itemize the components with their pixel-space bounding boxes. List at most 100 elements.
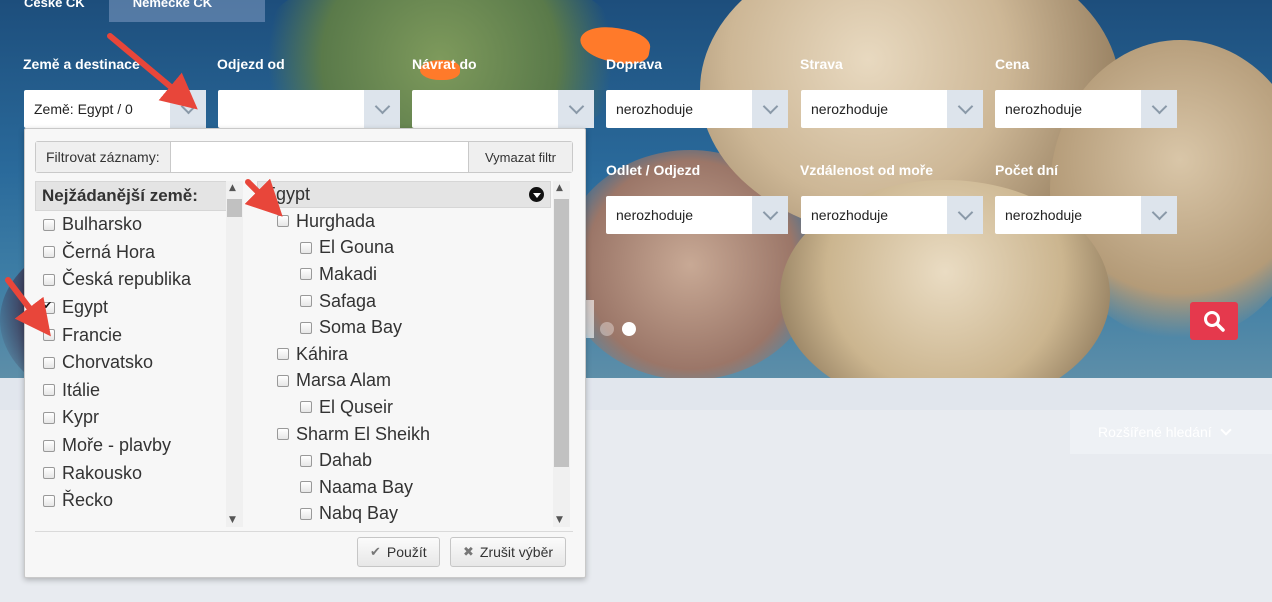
country-label: Francie bbox=[62, 324, 123, 345]
scroll-down-icon[interactable]: ▼ bbox=[229, 515, 236, 525]
region-item[interactable]: El Gouna bbox=[257, 235, 551, 262]
region-checkbox[interactable] bbox=[277, 428, 289, 441]
departure-date-select[interactable] bbox=[218, 90, 400, 128]
board-label: Strava bbox=[800, 56, 843, 72]
country-checkbox[interactable] bbox=[43, 218, 55, 231]
region-item[interactable]: Soma Bay bbox=[257, 314, 551, 341]
country-item[interactable]: Česká republika bbox=[43, 266, 243, 294]
board-select[interactable]: nerozhoduje bbox=[801, 90, 983, 128]
transport-select[interactable]: nerozhoduje bbox=[606, 90, 788, 128]
country-checkbox[interactable] bbox=[43, 273, 55, 286]
country-checkbox[interactable] bbox=[43, 384, 55, 397]
destination-dropdown: Filtrovat záznamy: Vymazat filtr Nejžáda… bbox=[24, 128, 586, 578]
country-checkbox[interactable] bbox=[43, 439, 55, 452]
chevron-down-icon[interactable] bbox=[752, 90, 788, 128]
regions-scrollbar[interactable]: ▲ ▼ bbox=[553, 181, 570, 527]
region-label: Hurghada bbox=[296, 210, 376, 231]
filter-input[interactable] bbox=[170, 142, 468, 172]
region-label: Makadi bbox=[319, 263, 378, 284]
chevron-down-icon[interactable] bbox=[947, 196, 983, 234]
chevron-down-icon[interactable] bbox=[364, 90, 400, 128]
country-item[interactable]: Kypr bbox=[43, 404, 243, 432]
search-button[interactable] bbox=[1190, 302, 1238, 340]
scroll-up-icon[interactable]: ▲ bbox=[229, 183, 236, 193]
region-checkbox[interactable] bbox=[300, 401, 312, 414]
region-label: Naama Bay bbox=[319, 476, 414, 497]
chevron-down-icon bbox=[1219, 424, 1232, 436]
region-item[interactable]: El Quseir bbox=[257, 394, 551, 421]
days-select[interactable]: nerozhoduje bbox=[995, 196, 1177, 234]
country-item[interactable]: Černá Hora bbox=[43, 239, 243, 267]
country-checkbox[interactable] bbox=[43, 467, 55, 480]
country-item[interactable]: Moře - plavby bbox=[43, 432, 243, 460]
tab-bar: České CK Německé CK bbox=[0, 0, 265, 22]
country-item[interactable]: Řecko bbox=[43, 487, 243, 515]
chevron-down-icon[interactable] bbox=[170, 90, 206, 128]
region-item[interactable]: Marsa Alam bbox=[257, 368, 551, 395]
region-checkbox[interactable] bbox=[300, 321, 312, 334]
region-checkbox[interactable] bbox=[300, 454, 312, 467]
region-group-header[interactable]: Egypt bbox=[257, 181, 551, 208]
region-item[interactable]: Nabq Bay bbox=[257, 501, 551, 527]
country-item[interactable]: Itálie bbox=[43, 377, 243, 405]
airport-select[interactable]: nerozhoduje bbox=[606, 196, 788, 234]
region-checkbox[interactable] bbox=[300, 295, 312, 308]
region-label: Nabq Bay bbox=[319, 503, 399, 524]
region-checkbox[interactable] bbox=[300, 481, 312, 494]
country-label: Chorvatsko bbox=[62, 352, 154, 373]
country-item[interactable]: Rakousko bbox=[43, 459, 243, 487]
sea-distance-label: Vzdálenost od moře bbox=[800, 162, 934, 178]
region-item[interactable]: Káhira bbox=[257, 341, 551, 368]
carousel-dot[interactable] bbox=[600, 322, 614, 336]
country-item[interactable]: Egypt bbox=[43, 294, 243, 322]
clear-filter-button[interactable]: Vymazat filtr bbox=[467, 142, 572, 172]
region-item[interactable]: Naama Bay bbox=[257, 474, 551, 501]
region-item[interactable]: Makadi bbox=[257, 261, 551, 288]
return-date-select[interactable] bbox=[412, 90, 594, 128]
country-checkbox[interactable] bbox=[43, 494, 55, 507]
carousel-dot-active[interactable] bbox=[622, 322, 636, 336]
region-checkbox[interactable] bbox=[277, 374, 289, 387]
destination-label: Země a destinace bbox=[23, 56, 140, 72]
region-checkbox[interactable] bbox=[300, 507, 312, 520]
region-checkbox[interactable] bbox=[300, 268, 312, 281]
cancel-selection-button[interactable]: ✖ Zrušit výběr bbox=[450, 537, 567, 567]
chevron-down-icon[interactable] bbox=[558, 90, 594, 128]
region-item[interactable]: Hurghada bbox=[257, 208, 551, 235]
region-checkbox[interactable] bbox=[277, 215, 289, 228]
chevron-down-icon[interactable] bbox=[1141, 90, 1177, 128]
country-checkbox[interactable] bbox=[43, 246, 55, 259]
scroll-up-icon[interactable]: ▲ bbox=[556, 183, 563, 193]
sea-distance-select[interactable]: nerozhoduje bbox=[801, 196, 983, 234]
country-checkbox[interactable] bbox=[43, 299, 55, 314]
country-item[interactable]: Chorvatsko bbox=[43, 349, 243, 377]
country-label: Itálie bbox=[62, 379, 101, 400]
departure-label: Odjezd od bbox=[217, 56, 285, 72]
chevron-down-icon[interactable] bbox=[1141, 196, 1177, 234]
region-item[interactable]: Safaga bbox=[257, 288, 551, 315]
region-checkbox[interactable] bbox=[277, 348, 289, 361]
countries-scrollbar[interactable]: ▲ ▼ bbox=[226, 181, 243, 527]
tab-german-agencies[interactable]: Německé CK bbox=[108, 0, 265, 22]
advanced-search-toggle[interactable]: Rozšířené hledání bbox=[1070, 410, 1272, 454]
chevron-down-icon[interactable] bbox=[947, 90, 983, 128]
region-checkbox[interactable] bbox=[300, 241, 312, 254]
collapse-toggle-icon[interactable] bbox=[529, 187, 544, 202]
country-item[interactable]: Bulharsko bbox=[43, 211, 243, 239]
search-icon bbox=[1204, 311, 1225, 332]
chevron-down-icon[interactable] bbox=[752, 196, 788, 234]
tab-czech-agencies[interactable]: České CK bbox=[0, 0, 109, 22]
country-checkbox[interactable] bbox=[43, 411, 55, 424]
scroll-down-icon[interactable]: ▼ bbox=[556, 515, 563, 525]
country-checkbox[interactable] bbox=[43, 329, 55, 342]
apply-button[interactable]: ✔ Použít bbox=[357, 537, 440, 567]
region-label: Soma Bay bbox=[319, 317, 403, 338]
country-item[interactable]: Francie bbox=[43, 321, 243, 349]
destination-select[interactable]: Země: Egypt / 0 bbox=[24, 90, 206, 128]
price-select[interactable]: nerozhoduje bbox=[995, 90, 1177, 128]
country-checkbox[interactable] bbox=[43, 356, 55, 369]
region-item[interactable]: Dahab bbox=[257, 447, 551, 474]
hidden-field-edge bbox=[586, 300, 594, 338]
region-item[interactable]: Sharm El Sheikh bbox=[257, 421, 551, 448]
country-label: Kypr bbox=[62, 407, 100, 428]
